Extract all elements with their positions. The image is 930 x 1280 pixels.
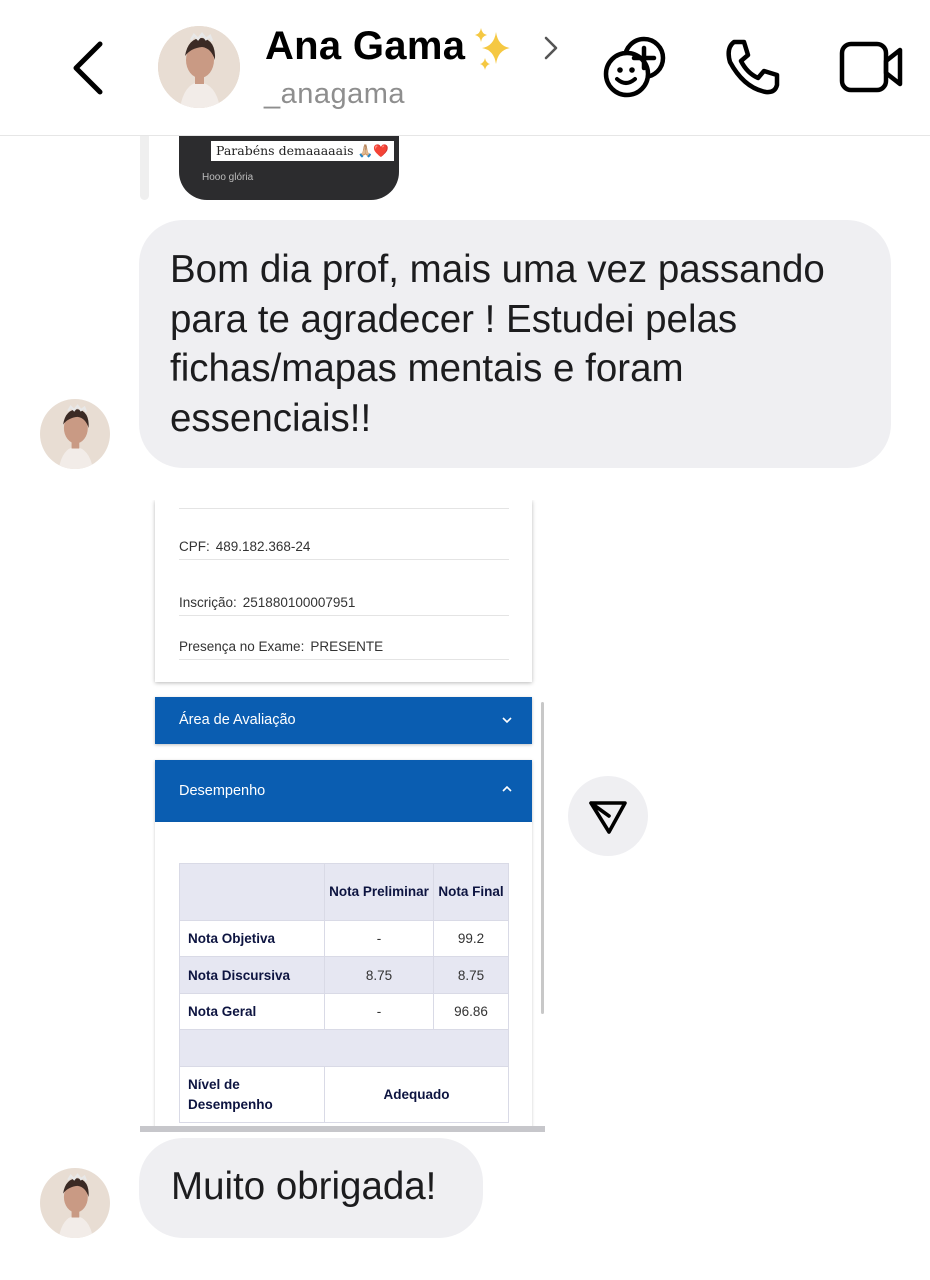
candidate-info-card: CPF: 489.182.368-24 Inscrição: 25188010000… [155,500,532,682]
performance-body: Nota Preliminar Nota Final Nota Objetiva… [155,822,532,1126]
sender-avatar[interactable] [40,1168,110,1238]
cell-preliminar: 8.75 [324,956,434,994]
chevron-right-icon[interactable] [540,32,564,64]
info-label: Presença no Exame: [179,639,305,654]
info-row-inscricao: Inscrição: 251880100007951 [179,591,509,616]
sparkles-emoji [475,28,510,70]
divider [179,508,509,509]
contact-username: _anagama [264,78,406,110]
panel-desempenho: Desempenho [155,760,532,822]
info-row-cpf: CPF: 489.182.368-24 [179,535,509,560]
row-label: Nota Discursiva [179,956,325,994]
avatar-photo [40,1168,110,1238]
info-row-presenca: Presença no Exame: PRESENTE [179,635,509,660]
empty-cell [179,1029,509,1067]
back-chevron-icon[interactable] [62,36,118,100]
info-value: 251880100007951 [242,595,356,610]
cell-preliminar: - [324,993,434,1030]
score-table: Nota Preliminar Nota Final Nota Objetiva… [179,863,509,1123]
row-label: Nível de Desempenho [179,1066,325,1123]
table-header-cell: Nota Final [433,863,509,921]
table-header-cell: Nota Preliminar [324,863,434,921]
level-value: Adequado [324,1066,509,1123]
scrollbar [541,702,544,1014]
reel-subtitle: Hooo glória [202,172,254,183]
video-icon[interactable] [838,38,906,96]
contact-name[interactable]: Ana Gama [265,24,465,69]
shared-image[interactable]: CPF: 489.182.368-24 Inscrição: 25188010000… [140,500,545,1132]
table-row: Nota Objetiva - 99.2 [179,920,509,957]
table-row: Nota Discursiva 8.75 8.75 [179,956,509,994]
avatar-photo [158,26,240,108]
table-row: Nota Geral - 96.86 [179,993,509,1030]
send-icon [589,801,627,834]
share-button[interactable] [568,776,648,856]
info-label: Inscrição: [179,595,237,610]
chevron-down-icon [502,717,512,724]
cell-preliminar: - [324,920,434,957]
cell-final: 8.75 [433,956,509,994]
cell-final: 99.2 [433,920,509,957]
info-value: 489.182.368-24 [215,539,311,554]
effects-icon[interactable] [600,34,670,100]
reply-indicator-line [140,136,149,200]
chevron-up-icon [502,785,512,792]
phone-icon[interactable] [720,36,784,98]
table-row: Nível de Desempenho Adequado [179,1066,509,1123]
chat-header: Ana Gama _anagama [0,0,930,136]
info-label: CPF: [179,539,210,554]
reel-caption: Parabéns demaaaaais 🙏🏼❤️ [211,141,394,161]
info-value: PRESENTE [310,639,384,654]
panel-area-avaliacao: Área de Avaliação [155,697,532,744]
row-label: Nota Objetiva [179,920,325,957]
contact-avatar[interactable] [158,26,240,108]
sender-avatar[interactable] [40,399,110,469]
message-bubble[interactable]: Muito obrigada! [139,1138,483,1238]
cell-final: 96.86 [433,993,509,1030]
panel-title: Área de Avaliação [179,712,296,728]
table-spacer-row [179,1029,509,1067]
avatar-photo [40,399,110,469]
table-header-cell [179,863,325,921]
table-header-row: Nota Preliminar Nota Final [179,863,509,921]
message-bubble[interactable]: Bom dia prof, mais uma vez passando para… [139,220,891,468]
row-label: Nota Geral [179,993,325,1030]
panel-title: Desempenho [179,783,266,799]
